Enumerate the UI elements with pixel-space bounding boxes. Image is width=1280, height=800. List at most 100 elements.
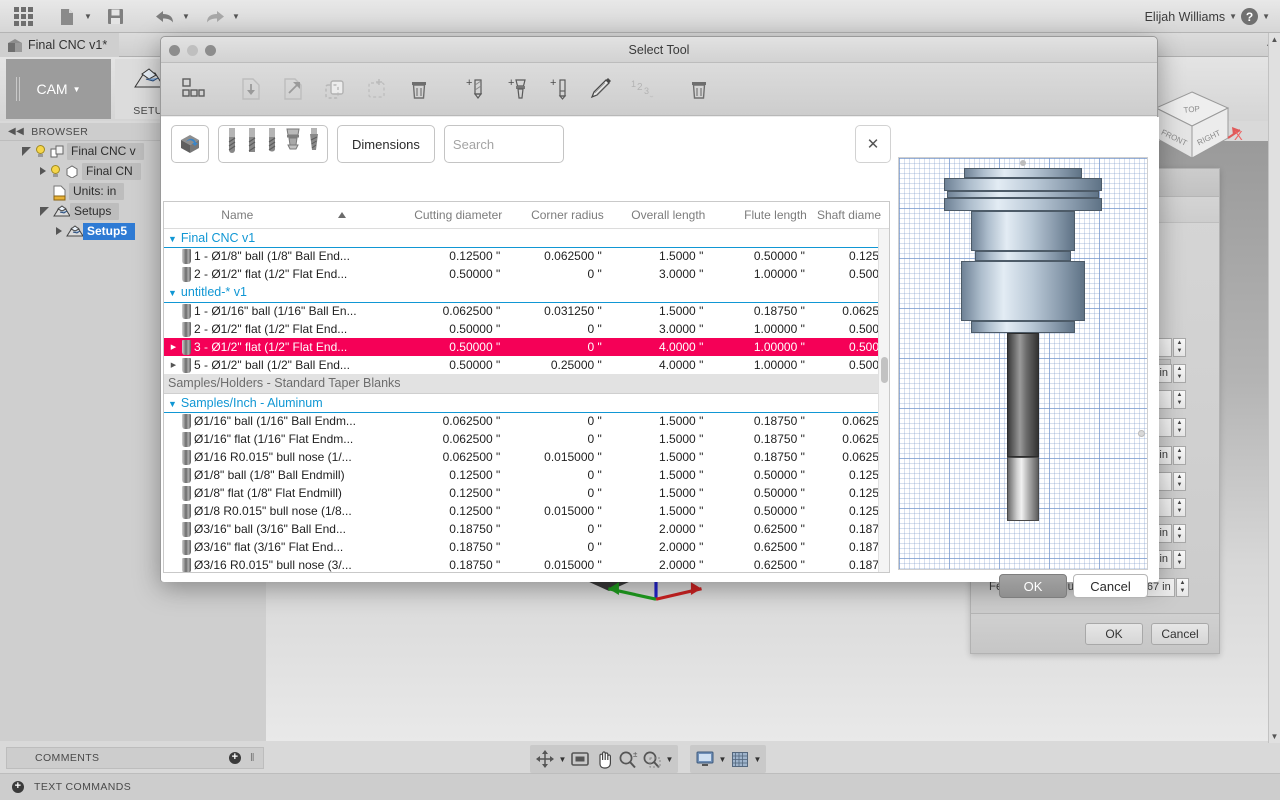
property-stepper[interactable]: ▲ ▼ [1173,523,1186,543]
column-header-corner-radius[interactable]: Corner radius [512,202,614,229]
table-row[interactable]: 2 - Ø1/2" flat (1/2" Flat End... 0.50000 … [164,320,889,338]
bull-nose-icon[interactable] [265,127,279,162]
help-caret[interactable]: ▼ [1262,12,1270,21]
redo-icon[interactable] [200,3,230,31]
table-row[interactable]: Ø1/16" flat (1/16" Flat Endm... 0.062500 … [164,430,889,448]
table-row[interactable]: 2 - Ø1/2" flat (1/2" Flat End... 0.50000 … [164,265,889,283]
property-stepper[interactable]: ▲ ▼ [1173,363,1186,383]
property-stepper[interactable]: ▲ ▼ [1173,445,1186,465]
column-header-overall-length[interactable]: Overall length [613,202,716,229]
maximize-window-button[interactable] [205,45,216,56]
scrollbar-thumb[interactable] [881,357,888,383]
close-icon[interactable]: ✕ [855,125,891,163]
column-header-flute-length[interactable]: Flute length [715,202,817,229]
delete-tool-icon[interactable] [679,69,719,109]
library-grid-icon[interactable] [173,69,213,109]
column-header-name[interactable]: Name [164,202,404,229]
comments-resize-handle[interactable]: ‖ [250,752,255,764]
tool-library-group-row[interactable]: Samples/Holders - Standard Taper Blanks [164,374,889,394]
new-holder-icon[interactable]: + [497,69,537,109]
pan-view-icon[interactable] [568,747,592,771]
collapse-triangle-icon[interactable] [40,167,46,175]
dialog-ok-button[interactable]: OK [999,574,1067,598]
delete-library-icon[interactable] [399,69,439,109]
tool-library-group-row[interactable]: ▼ untitled-* v1 [164,283,889,303]
orbit-icon[interactable] [533,747,557,771]
new-cutter-icon[interactable]: + [455,69,495,109]
comments-panel-header[interactable]: COMMENTS + ‖ [6,747,264,769]
flat-endmill-icon[interactable] [245,127,259,162]
grid-snap-caret[interactable]: ▼ [752,747,763,771]
ball-endmill-icon[interactable] [225,127,239,162]
workspace-switcher[interactable]: CAM ▼ [6,59,111,119]
tool-preview-panel[interactable] [898,157,1148,570]
expand-triangle-icon[interactable] [22,146,31,156]
property-stepper[interactable]: ▲ ▼ [1173,389,1186,409]
export-tool-icon[interactable] [273,69,313,109]
tool-list-table[interactable]: Name Cutting diameter Corner radius Over… [163,201,890,573]
undo-icon[interactable] [150,3,180,31]
table-row[interactable]: 1 - Ø1/16" ball (1/16" Ball En... 0.06250… [164,302,889,320]
table-row[interactable]: Ø1/8" flat (1/8" Flat Endmill) 0.12500 " 0… [164,484,889,502]
user-caret[interactable]: ▼ [1229,12,1237,21]
property-stepper[interactable]: ▲ ▼ [1173,471,1186,491]
table-row[interactable]: ▶ 3 - Ø1/2" flat (1/2" Flat End... 0.50000… [164,338,889,356]
redo-caret[interactable]: ▼ [230,3,242,31]
holder-icon[interactable] [285,127,301,162]
column-header-shaft-diameter[interactable]: Shaft diame [816,202,889,229]
edit-tool-icon[interactable] [581,69,621,109]
document-tab[interactable]: Final CNC v1* [0,33,120,57]
expand-triangle-icon[interactable] [40,206,49,216]
dialog-titlebar[interactable]: Select Tool [161,37,1157,63]
undo-caret[interactable]: ▼ [180,3,192,31]
table-row[interactable]: 1 - Ø1/8" ball (1/8" Ball End... 0.12500 … [164,247,889,265]
table-row[interactable]: Ø3/16 R0.015" bull nose (3/... 0.18750 " 0… [164,556,889,572]
search-input[interactable] [452,136,555,152]
new-probe-icon[interactable]: + [539,69,579,109]
close-window-button[interactable] [169,45,180,56]
property-stepper[interactable]: ▲ ▼ [1173,337,1186,357]
property-stepper[interactable]: ▲ ▼ [1173,497,1186,517]
visibility-bulb-icon[interactable] [35,144,46,158]
expand-text-commands-icon[interactable]: + [12,781,24,793]
zoom-window-caret[interactable]: ▼ [664,747,675,771]
collapse-triangle-icon[interactable] [56,227,62,235]
tool-library-icon[interactable] [171,125,209,163]
window-controls[interactable] [169,45,216,56]
taper-icon[interactable] [307,127,321,162]
grid-apps-icon[interactable] [8,3,38,31]
table-row[interactable]: Ø3/16" flat (3/16" Flat End... 0.18750 " 0… [164,538,889,556]
row-disclosure-icon[interactable]: ▶ [168,361,179,369]
tool-library-group-row[interactable]: ▼ Samples/Inch - Aluminum [164,393,889,413]
help-icon[interactable]: ? [1241,8,1259,25]
table-row[interactable]: Ø3/16" ball (3/16" Ball End... 0.18750 " 0… [164,520,889,538]
pan-hand-icon[interactable] [592,747,616,771]
visibility-bulb-icon[interactable] [50,164,61,178]
display-settings-icon[interactable] [693,747,717,771]
text-commands-bar[interactable]: + TEXT COMMANDS [0,773,1280,800]
grid-snap-icon[interactable] [728,747,752,771]
table-row[interactable]: Ø1/8 R0.015" bull nose (1/8... 0.12500 " 0… [164,502,889,520]
dimensions-button[interactable]: Dimensions [337,125,435,163]
properties-cancel-button[interactable]: Cancel [1151,623,1209,645]
viewport-scrollbar[interactable]: ▲ ▼ [1268,33,1280,743]
tool-library-group-row[interactable]: ▼ Final CNC v1 [164,228,889,248]
feed-per-revolution-stepper[interactable]: ▲ ▼ [1176,577,1189,597]
tool-list-scrollbar[interactable] [878,229,889,572]
dialog-cancel-button[interactable]: Cancel [1073,574,1148,598]
row-disclosure-icon[interactable]: ▶ [168,343,179,351]
add-comment-icon[interactable]: + [229,752,241,764]
column-header-cutting-diameter[interactable]: Cutting diameter [403,202,513,229]
browser-collapse-icon[interactable]: ◀◀ [8,126,24,137]
properties-ok-button[interactable]: OK [1085,623,1143,645]
zoom-icon[interactable]: ± [616,747,640,771]
preview-pivot-handle[interactable] [1020,160,1026,166]
table-row[interactable]: ▶ 5 - Ø1/2" ball (1/2" Ball End... 0.50000… [164,356,889,374]
zoom-window-icon[interactable] [640,747,664,771]
import-tool-icon[interactable] [231,69,271,109]
new-file-icon[interactable] [52,3,82,31]
new-file-caret[interactable]: ▼ [82,3,94,31]
search-box[interactable] [443,125,564,163]
orbit-caret[interactable]: ▼ [557,747,568,771]
table-row[interactable]: Ø1/16 R0.015" bull nose (1/... 0.062500 "… [164,448,889,466]
